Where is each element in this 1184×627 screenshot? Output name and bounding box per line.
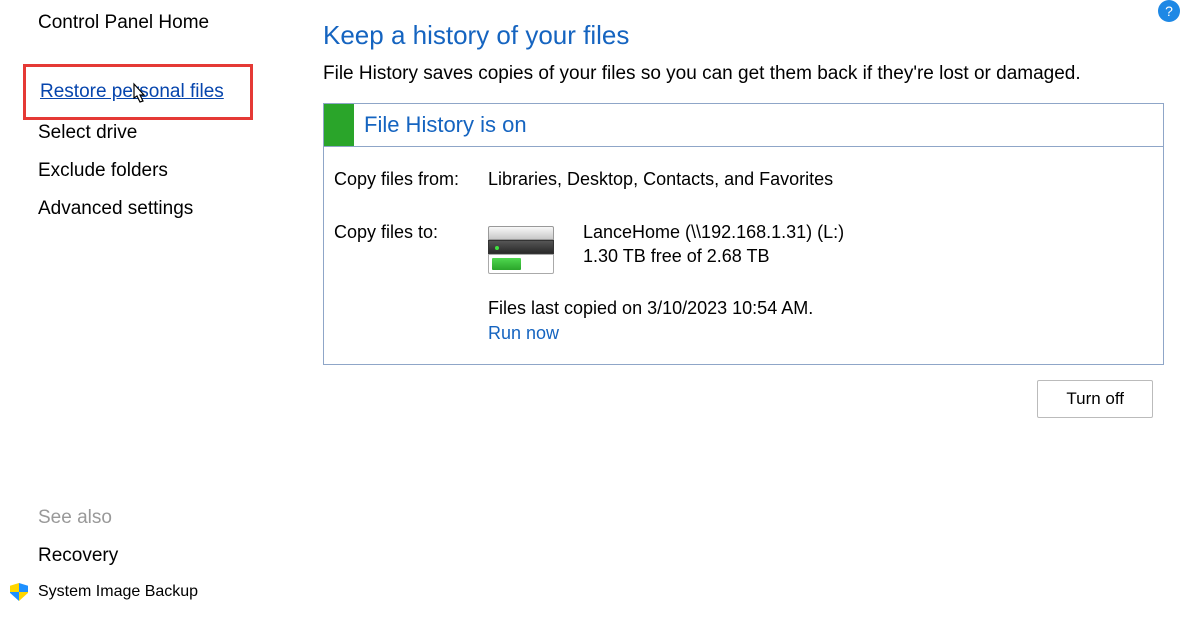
drive-space: 1.30 TB free of 2.68 TB bbox=[583, 246, 844, 267]
last-copied-text: Files last copied on 3/10/2023 10:54 AM. bbox=[488, 298, 1153, 319]
file-history-status-panel: File History is on Copy files from: Libr… bbox=[323, 103, 1164, 365]
shield-icon bbox=[10, 583, 28, 601]
tutorial-highlight-box: Restore personal files bbox=[23, 64, 253, 120]
turn-off-button[interactable]: Turn off bbox=[1037, 380, 1153, 418]
system-image-backup-link[interactable]: System Image Backup bbox=[38, 583, 301, 601]
restore-personal-files-link[interactable]: Restore personal files bbox=[40, 81, 224, 102]
status-title: File History is on bbox=[364, 112, 527, 138]
copy-to-label: Copy files to: bbox=[334, 222, 488, 274]
advanced-settings-link[interactable]: Advanced settings bbox=[38, 198, 301, 220]
recovery-link[interactable]: Recovery bbox=[38, 545, 301, 567]
page-title: Keep a history of your files bbox=[323, 20, 1164, 51]
copy-from-label: Copy files from: bbox=[334, 169, 488, 190]
copy-from-value: Libraries, Desktop, Contacts, and Favori… bbox=[488, 169, 833, 190]
system-image-backup-label: System Image Backup bbox=[38, 583, 198, 601]
control-panel-home-link[interactable]: Control Panel Home bbox=[38, 12, 301, 34]
run-now-link[interactable]: Run now bbox=[488, 323, 1153, 344]
drive-icon bbox=[488, 226, 554, 274]
drive-name: LanceHome (\\192.168.1.31) (L:) bbox=[583, 222, 844, 243]
page-description: File History saves copies of your files … bbox=[323, 63, 1164, 85]
select-drive-link[interactable]: Select drive bbox=[38, 122, 301, 144]
see-also-heading: See also bbox=[38, 507, 301, 529]
exclude-folders-link[interactable]: Exclude folders bbox=[38, 160, 301, 182]
status-indicator-icon bbox=[324, 104, 354, 146]
help-icon[interactable]: ? bbox=[1158, 0, 1180, 22]
